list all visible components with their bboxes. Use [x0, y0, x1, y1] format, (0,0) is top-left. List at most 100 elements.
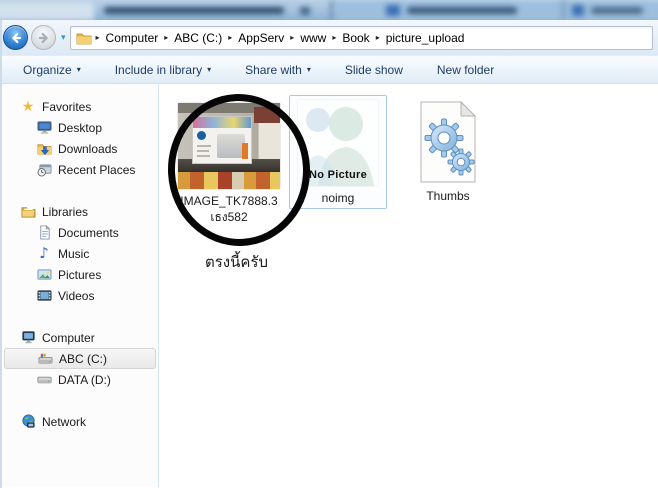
annotation-caption: ตรงนี้ครับ — [205, 254, 268, 271]
videos-icon — [36, 288, 52, 304]
sidebar-label: Videos — [58, 288, 95, 303]
photo-thumbnail — [178, 103, 280, 189]
sidebar-item-documents[interactable]: Documents — [2, 222, 158, 243]
slide-show-button[interactable]: Slide show — [334, 59, 414, 81]
recent-places-icon — [36, 162, 52, 178]
blurred-tab-favicon — [386, 5, 400, 16]
star-icon: ★ — [21, 98, 35, 115]
music-icon: ♪ — [39, 244, 49, 262]
slide-show-label: Slide show — [344, 62, 403, 77]
sidebar-item-recent-places[interactable]: Recent Places — [2, 159, 158, 180]
dropdown-arrow-icon: ▾ — [76, 65, 81, 74]
breadcrumb-separator-icon: ▸ — [375, 33, 380, 42]
sidebar-label: Pictures — [58, 267, 102, 282]
background-browser-tabs — [0, 0, 658, 20]
sidebar-item-videos[interactable]: Videos — [2, 285, 158, 306]
blurred-tab — [0, 2, 94, 20]
breadcrumb-separator-icon: ▸ — [164, 33, 169, 42]
blurred-tab-title — [591, 7, 643, 14]
sidebar-item-music[interactable]: ♪ Music — [2, 243, 158, 264]
forward-arrow-icon — [38, 32, 48, 43]
file-name-line2: เธง582 — [210, 209, 248, 224]
sidebar-group-libraries[interactable]: Libraries — [2, 201, 158, 222]
address-bar-row: ▾ ▸ Computer ▸ ABC (C:) ▸ AppServ ▸ www … — [2, 20, 658, 56]
box-text-line — [197, 145, 211, 147]
sidebar-item-pictures[interactable]: Pictures — [2, 264, 158, 285]
dropdown-arrow-icon: ▾ — [207, 65, 212, 74]
sidebar-group-favorites[interactable]: ★ Favorites — [2, 96, 158, 117]
no-picture-text: No Picture — [308, 169, 367, 181]
downloads-icon — [36, 141, 52, 157]
blurred-tab-title — [407, 7, 517, 14]
printer-box-artwork — [193, 117, 251, 128]
sidebar-item-downloads[interactable]: Downloads — [2, 138, 158, 159]
navigation-pane: ★ Favorites Desktop Downloads Recent Pla… — [2, 84, 159, 487]
sidebar-label: Desktop — [58, 120, 103, 135]
sidebar-item-abc-c-drive[interactable]: ABC (C:) — [4, 348, 156, 369]
hard-drive-icon — [36, 372, 52, 388]
computer-icon — [20, 330, 36, 346]
sidebar-label: Libraries — [42, 204, 89, 219]
breadcrumb-separator-icon: ▸ — [332, 33, 337, 42]
file-item-image-tk7888[interactable]: IMAGE_TK7888.3 เธง582 — [169, 103, 289, 225]
printer-product-image — [217, 134, 245, 158]
breadcrumb-separator-icon: ▸ — [228, 33, 233, 42]
sidebar-item-desktop[interactable]: Desktop — [2, 117, 158, 138]
address-bar[interactable]: ▸ Computer ▸ ABC (C:) ▸ AppServ ▸ www ▸ … — [69, 25, 653, 50]
breadcrumb-item-abc-c[interactable]: ABC (C:) — [172, 31, 224, 45]
breadcrumb-separator-icon: ▸ — [95, 33, 100, 42]
sidebar-item-data-d-drive[interactable]: DATA (D:) — [2, 369, 158, 390]
new-folder-label: New folder — [436, 62, 495, 77]
sidebar-group-computer[interactable]: Computer — [2, 327, 158, 348]
tab-divider — [330, 0, 334, 20]
dropdown-arrow-icon: ▾ — [306, 65, 311, 74]
blurred-tab-close — [300, 7, 310, 15]
desktop-icon — [36, 120, 52, 136]
file-name-line1: IMAGE_TK7888.3 — [180, 194, 278, 208]
folder-icon — [76, 30, 92, 46]
breadcrumb-item-book[interactable]: Book — [340, 31, 371, 45]
sidebar-label: Computer — [42, 330, 95, 345]
sidebar-label: Network — [42, 414, 87, 429]
documents-icon — [36, 225, 52, 241]
pictures-icon — [36, 267, 52, 283]
blurred-tab-title — [104, 7, 284, 14]
file-list-area: IMAGE_TK7888.3 เธง582 No Picture noimg T… — [159, 84, 658, 487]
sidebar-group-network[interactable]: Network — [2, 411, 158, 432]
file-item-noimg[interactable]: No Picture noimg — [289, 95, 387, 209]
box-orange-tag — [242, 143, 248, 159]
new-folder-button[interactable]: New folder — [426, 59, 505, 81]
share-with-button[interactable]: Share with ▾ — [234, 59, 322, 81]
hp-logo — [197, 131, 206, 140]
printer-box — [192, 116, 252, 164]
include-in-library-button[interactable]: Include in library ▾ — [104, 59, 222, 81]
breadcrumb-item-picture-upload[interactable]: picture_upload — [384, 31, 467, 45]
noimg-thumbnail: No Picture — [298, 100, 378, 186]
tab-divider — [562, 0, 565, 20]
breadcrumb-item-computer[interactable]: Computer — [104, 31, 161, 45]
breadcrumb-separator-icon: ▸ — [290, 33, 295, 42]
network-icon — [20, 414, 36, 430]
system-file-gears-icon — [420, 100, 477, 183]
box-text-line — [197, 155, 210, 157]
breadcrumb-item-appserv[interactable]: AppServ — [236, 31, 286, 45]
sidebar-label: Documents — [58, 225, 119, 240]
photo-background-box — [254, 107, 280, 123]
back-arrow-icon — [11, 32, 21, 43]
include-in-library-label: Include in library — [114, 62, 203, 77]
file-name: noimg — [321, 191, 355, 205]
back-button[interactable] — [3, 25, 28, 50]
forward-button[interactable] — [31, 25, 56, 50]
breadcrumb-item-www[interactable]: www — [298, 31, 328, 45]
command-toolbar: Organize ▾ Include in library ▾ Share wi… — [2, 56, 658, 84]
blurred-tab-favicon — [572, 5, 584, 16]
sidebar-label: Downloads — [58, 141, 118, 156]
organize-button[interactable]: Organize ▾ — [12, 59, 92, 81]
screenshot-root: ▾ ▸ Computer ▸ ABC (C:) ▸ AppServ ▸ www … — [0, 0, 658, 488]
libraries-icon — [20, 204, 36, 220]
file-item-thumbs[interactable]: Thumbs — [393, 100, 503, 205]
recent-pages-dropdown-icon[interactable]: ▾ — [61, 33, 66, 43]
